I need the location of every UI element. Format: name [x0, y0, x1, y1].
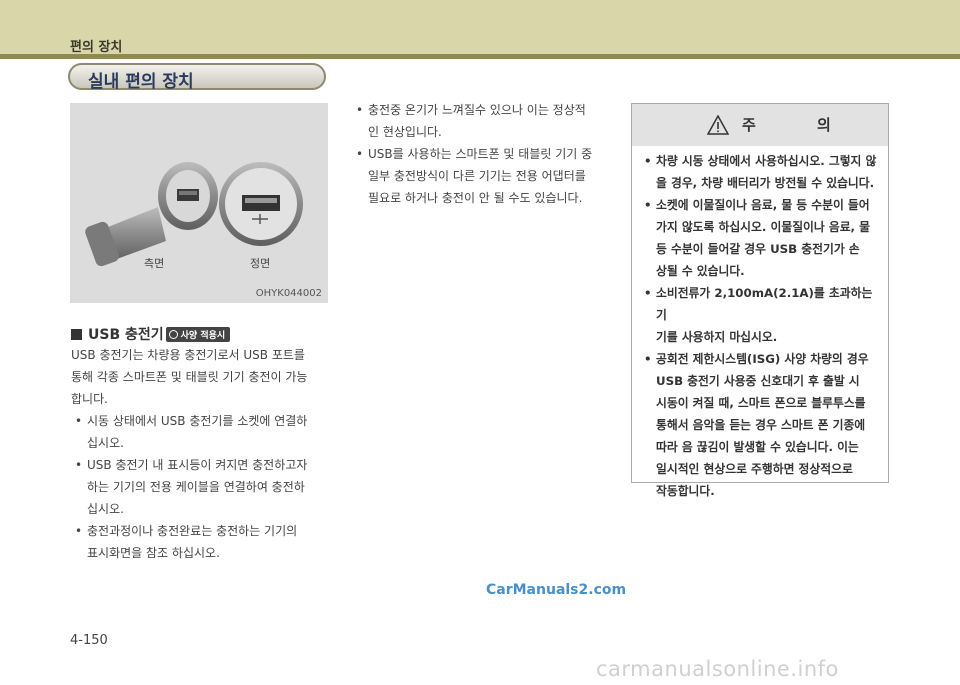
bullet-line: 차량 시동 상태에서 사용하십시오. 그렇지 않 — [656, 154, 877, 168]
bullet-line: 작동합니다. — [656, 484, 715, 498]
watermark-link[interactable]: CarManuals2.com — [486, 582, 626, 598]
bullet-line: 을 경우, 차량 배터리가 방전될 수 있습니다. — [656, 176, 875, 190]
bullet-line: 인 현상입니다. — [368, 125, 442, 139]
bullet-line: 소켓에 이물질이나 음료, 물 등 수분이 들어 — [656, 198, 870, 212]
list-item: 시동 상태에서 USB 충전기를 소켓에 연결하 십시오. — [71, 410, 333, 454]
list-item: 공회전 제한시스템(ISG) 사양 차량의 경우 USB 충전기 사용중 신호대… — [642, 348, 882, 502]
list-item: 소비전류가 2,100mA(2.1A)를 초과하는 기 기를 사용하지 마십시오… — [642, 282, 882, 348]
usb-charger-figure: 측면 정면 OHYK044002 — [70, 103, 328, 303]
list-item: 충전중 온기가 느껴질수 있으나 이는 정상적 인 현상입니다. — [352, 99, 614, 143]
header-divider — [0, 54, 960, 59]
header-bar — [0, 0, 960, 54]
list-item: 소켓에 이물질이나 음료, 물 등 수분이 들어 가지 않도록 하십시오. 이물… — [642, 194, 882, 282]
bullet-line: 기를 사용하지 마십시오. — [656, 330, 778, 344]
bullet-line: 일시적인 현상으로 주행하면 정상적으로 — [656, 462, 853, 476]
usb-bullet-list: 시동 상태에서 USB 충전기를 소켓에 연결하 십시오. USB 충전기 내 … — [71, 410, 333, 564]
option-badge-label: 사양 적용시 — [180, 330, 226, 341]
front-view-label: 정면 — [250, 257, 271, 270]
bullet-line: USB 충전기 내 표시등이 켜지면 충전하고자 — [87, 458, 308, 472]
caution-title: 주 의 — [742, 116, 859, 134]
bullet-line: 하는 기기의 전용 케이블을 연결하여 충전하 — [87, 480, 305, 494]
option-icon — [168, 329, 178, 339]
charger-front-view — [219, 162, 303, 246]
usb-description: USB 충전기는 차량용 충전기로서 USB 포트를 통해 각종 스마트폰 및 … — [71, 344, 333, 564]
header-title: 편의 장치 — [70, 40, 123, 55]
middle-bullet-list: 충전중 온기가 느껴질수 있으나 이는 정상적 인 현상입니다. USB를 사용… — [352, 99, 614, 209]
bullet-line: 공회전 제한시스템(ISG) 사양 차량의 경우 — [656, 352, 869, 366]
bullet-line: USB를 사용하는 스마트폰 및 태블릿 기기 중 — [368, 147, 593, 161]
section-title-pill: 실내 편의 장치 — [68, 63, 326, 92]
bullet-line: 소비전류가 2,100mA(2.1A)를 초과하는 기 — [656, 286, 873, 322]
caution-body: 차량 시동 상태에서 사용하십시오. 그렇지 않 을 경우, 차량 배터리가 방… — [642, 150, 882, 502]
section-title: 실내 편의 장치 — [88, 72, 194, 92]
usb-heading-text: USB 충전기 — [88, 327, 164, 343]
bullet-line: 필요로 하거나 충전이 안 될 수도 있습니다. — [368, 191, 583, 205]
side-view-label: 측면 — [144, 257, 165, 270]
heading-square-icon — [71, 328, 82, 340]
list-item: 충전과정이나 충전완료는 충전하는 기기의 표시화면을 참조 하십시오. — [71, 520, 333, 564]
intro-line: 합니다. — [71, 392, 108, 406]
option-badge: 사양 적용시 — [165, 326, 231, 342]
bullet-line: 표시화면을 참조 하십시오. — [87, 546, 220, 560]
bullet-line: 십시오. — [87, 502, 124, 516]
bullet-line: 시동 상태에서 USB 충전기를 소켓에 연결하 — [87, 414, 308, 428]
figure-code: OHYK044002 — [255, 288, 322, 299]
charger-side-view — [85, 162, 218, 267]
usb-charger-illustration — [85, 162, 303, 267]
page-number: 4-150 — [70, 633, 108, 648]
bullet-line: USB 충전기 사용중 신호대기 후 출발 시 — [656, 374, 860, 388]
middle-notes: 충전중 온기가 느껴질수 있으나 이는 정상적 인 현상입니다. USB를 사용… — [352, 99, 614, 209]
bullet-line: 상될 수 있습니다. — [656, 264, 745, 278]
caution-bullet-list: 차량 시동 상태에서 사용하십시오. 그렇지 않 을 경우, 차량 배터리가 방… — [642, 150, 882, 502]
bullet-line: 충전중 온기가 느껴질수 있으나 이는 정상적 — [368, 103, 586, 117]
bullet-line: 시동이 켜질 때, 스마트 폰으로 블루투스를 — [656, 396, 866, 410]
bullet-line: 일부 충전방식이 다른 기기는 전용 어댑터를 — [368, 169, 586, 183]
list-item: 차량 시동 상태에서 사용하십시오. 그렇지 않 을 경우, 차량 배터리가 방… — [642, 150, 882, 194]
bullet-line: 가지 않도록 하십시오. 이물질이나 음료, 물 — [656, 220, 871, 234]
caution-header: 주 의 — [632, 104, 888, 146]
list-item: USB 충전기 내 표시등이 켜지면 충전하고자 하는 기기의 전용 케이블을 … — [71, 454, 333, 520]
intro-line: USB 충전기는 차량용 충전기로서 USB 포트를 — [71, 348, 305, 362]
footer-watermark: carmanualsonline.info — [596, 657, 839, 681]
bullet-line: 따라 음 끊김이 발생할 수 있습니다. 이는 — [656, 440, 859, 454]
usb-charger-heading: USB 충전기 사양 적용시 — [71, 324, 231, 344]
intro-line: 통해 각종 스마트폰 및 태블릿 기기 충전이 가능 — [71, 370, 308, 384]
bullet-line: 십시오. — [87, 436, 124, 450]
warning-triangle-icon — [707, 115, 729, 135]
caution-box: 주 의 차량 시동 상태에서 사용하십시오. 그렇지 않 을 경우, 차량 배터… — [631, 103, 889, 498]
bullet-line: 통해서 음악을 듣는 경우 스마트 폰 기종에 — [656, 418, 866, 432]
bullet-line: 충전과정이나 충전완료는 충전하는 기기의 — [87, 524, 298, 538]
list-item: USB를 사용하는 스마트폰 및 태블릿 기기 중 일부 충전방식이 다른 기기… — [352, 143, 614, 209]
bullet-line: 등 수분이 들어갈 경우 USB 충전기가 손 — [656, 242, 860, 256]
